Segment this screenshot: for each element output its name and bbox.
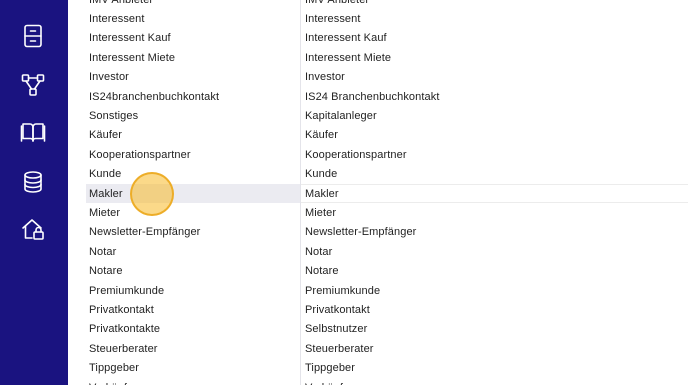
home-lock-icon[interactable] — [18, 214, 48, 244]
source-value-item-label: Sonstiges — [89, 110, 139, 123]
archive-cabinet-icon[interactable] — [18, 21, 48, 51]
target-value-item[interactable]: Investor — [301, 68, 688, 87]
target-value-item-label: IMV Anbieter — [305, 0, 369, 6]
source-value-item[interactable]: Interessent — [86, 9, 301, 28]
target-value-item-label: Verkäufer — [305, 382, 353, 385]
target-value-item[interactable]: Mieter — [301, 203, 688, 222]
target-value-item[interactable]: Selbstnutzer — [301, 320, 688, 339]
source-value-item[interactable]: Notare — [86, 261, 301, 280]
target-value-item[interactable]: IS24 Branchenbuchkontakt — [301, 87, 688, 106]
source-value-item-label: Steuerberater — [89, 342, 158, 355]
source-value-item[interactable]: Verkäufer — [86, 378, 301, 385]
target-value-item[interactable]: Verkäufer — [301, 378, 688, 385]
sidebar-gap — [68, 0, 86, 385]
target-value-item[interactable]: Käufer — [301, 126, 688, 145]
source-value-item[interactable]: IS24branchenbuchkontakt — [86, 87, 301, 106]
target-value-item-label: Premiumkunde — [305, 284, 381, 297]
target-value-item-label: Interessent — [305, 13, 361, 26]
target-values-column: IMV Anbieter Interessent Interessent Kauf I… — [301, 0, 688, 385]
target-value-item[interactable]: Premiumkunde — [301, 281, 688, 300]
target-value-item-label: Investor — [305, 71, 345, 84]
target-value-item[interactable]: Kunde — [301, 165, 688, 184]
source-value-item-label: Investor — [89, 71, 129, 84]
source-value-item-label: Newsletter-Empfänger — [89, 226, 201, 239]
target-value-item-label: Kooperationspartner — [305, 148, 407, 161]
source-value-item-label: Interessent — [89, 13, 145, 26]
source-value-item[interactable]: Kunde — [86, 165, 301, 184]
source-value-item-label: Tippgeber — [89, 362, 140, 375]
target-value-item[interactable]: Interessent Kauf — [301, 29, 688, 48]
source-value-item[interactable]: Käufer — [86, 126, 301, 145]
target-value-item-label: Privatkontakt — [305, 303, 370, 316]
database-icon[interactable] — [18, 167, 48, 197]
source-value-item-label: Verkäufer — [89, 382, 137, 385]
target-value-item-label: IS24 Branchenbuchkontakt — [305, 90, 440, 103]
target-value-item[interactable]: Steuerberater — [301, 339, 688, 358]
source-value-item[interactable]: Investor — [86, 68, 301, 87]
target-value-item[interactable]: Interessent Miete — [301, 48, 688, 67]
source-value-item[interactable]: Privatkontakt — [86, 300, 301, 319]
source-value-item-label: Interessent Miete — [89, 51, 176, 64]
source-value-item[interactable]: Premiumkunde — [86, 281, 301, 300]
source-value-item[interactable]: Interessent Kauf — [86, 29, 301, 48]
source-value-item[interactable]: Makler — [86, 183, 301, 204]
source-values-column: IMV Anbieter Interessent Interessent Kauf I… — [86, 0, 301, 385]
source-value-item[interactable]: Privatkontakte — [86, 320, 301, 339]
network-nodes-icon[interactable] — [18, 70, 48, 100]
target-value-item[interactable]: Privatkontakt — [301, 300, 688, 319]
source-value-item-label: Käufer — [89, 129, 123, 142]
source-value-item[interactable]: Interessent Miete — [86, 48, 301, 67]
target-value-item-label: Mieter — [305, 206, 337, 219]
source-value-item[interactable]: Mieter — [86, 203, 301, 222]
source-value-item[interactable]: Notar — [86, 242, 301, 261]
target-value-item[interactable]: Tippgeber — [301, 358, 688, 377]
target-value-item-label: Interessent Kauf — [305, 32, 387, 45]
target-value-item[interactable]: Notar — [301, 242, 688, 261]
source-value-item-label: Privatkontakte — [89, 323, 161, 336]
target-value-item[interactable]: Interessent — [301, 9, 688, 28]
target-value-item-label: Notar — [305, 245, 333, 258]
source-value-item-label: Kooperationspartner — [89, 148, 191, 161]
source-value-item-label: Notar — [89, 245, 117, 258]
source-value-item[interactable]: Tippgeber — [86, 358, 301, 377]
source-value-item-label: IMV Anbieter — [89, 0, 153, 6]
open-book-icon[interactable] — [18, 117, 48, 147]
source-value-item[interactable]: IMV Anbieter — [86, 0, 301, 9]
target-value-item[interactable]: Notare — [301, 261, 688, 280]
source-value-item[interactable]: Steuerberater — [86, 339, 301, 358]
target-value-item-label: Interessent Miete — [305, 51, 392, 64]
target-value-item-label: Käufer — [305, 129, 339, 142]
source-value-item[interactable]: Newsletter-Empfänger — [86, 223, 301, 242]
source-value-item[interactable]: Kooperationspartner — [86, 145, 301, 164]
target-value-item-label: Notare — [305, 265, 339, 278]
source-value-item-label: IS24branchenbuchkontakt — [89, 90, 220, 103]
target-value-item-label: Steuerberater — [305, 342, 374, 355]
target-value-item[interactable]: Newsletter-Empfänger — [301, 223, 688, 242]
source-value-item-label: Kunde — [89, 168, 122, 181]
source-value-item-label: Privatkontakt — [89, 303, 154, 316]
source-value-item-label: Notare — [89, 265, 123, 278]
target-values-list: IMV Anbieter Interessent Interessent Kauf I… — [301, 0, 688, 385]
source-values-list: IMV Anbieter Interessent Interessent Kauf I… — [86, 0, 301, 385]
source-value-item-label: Premiumkunde — [89, 284, 165, 297]
target-value-item-label: Makler — [305, 187, 339, 200]
target-value-item[interactable]: Kapitalanleger — [301, 106, 688, 125]
target-value-item-label: Kunde — [305, 168, 338, 181]
target-value-item-label: Tippgeber — [305, 362, 356, 375]
target-value-item-label: Kapitalanleger — [305, 110, 377, 123]
sidebar-nav — [0, 0, 68, 385]
target-value-item[interactable]: IMV Anbieter — [301, 0, 688, 9]
source-value-item[interactable]: Sonstiges — [86, 106, 301, 125]
target-value-item-label: Selbstnutzer — [305, 323, 368, 336]
target-value-item[interactable]: Kooperationspartner — [301, 145, 688, 164]
source-value-item-label: Makler — [89, 187, 123, 200]
target-value-item-label: Newsletter-Empfänger — [305, 226, 417, 239]
target-value-item[interactable]: Makler — [301, 183, 688, 204]
source-value-item-label: Interessent Kauf — [89, 32, 171, 45]
source-value-item-label: Mieter — [89, 206, 121, 219]
cursor-highlight — [130, 172, 174, 216]
